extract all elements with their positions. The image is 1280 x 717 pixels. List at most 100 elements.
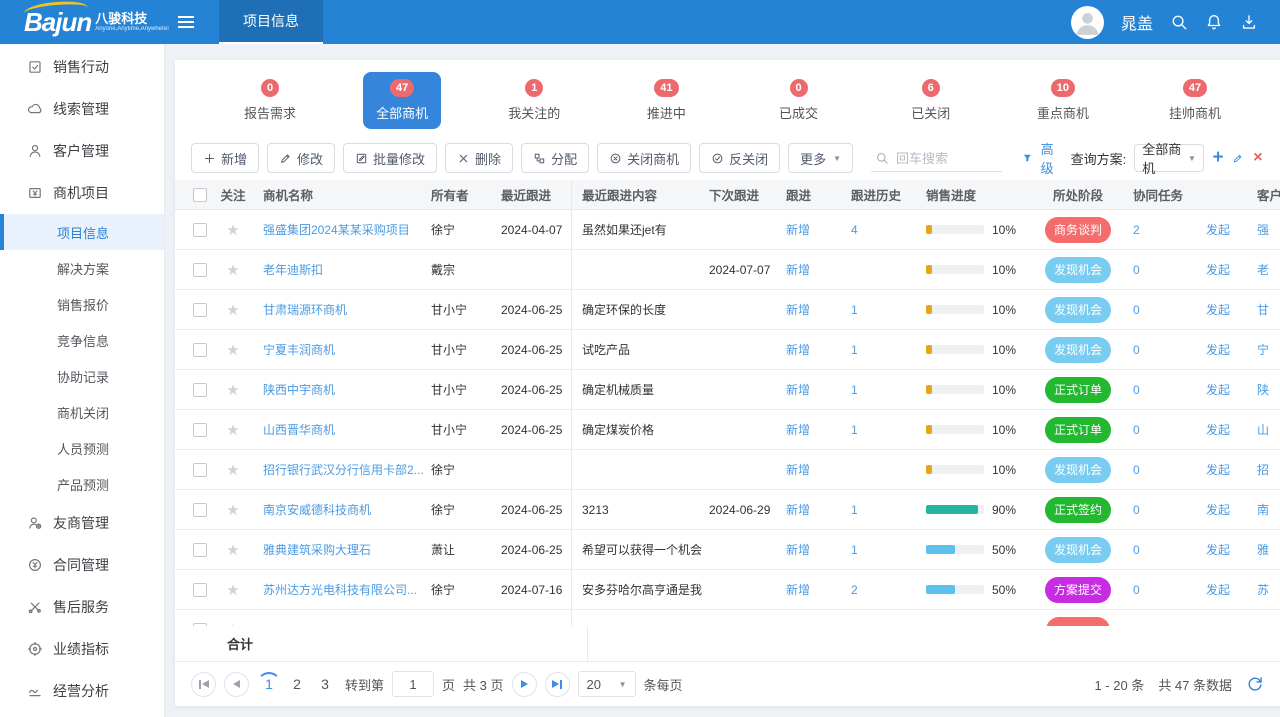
row-checkbox[interactable] [193, 343, 207, 357]
task-create-link[interactable]: 发起 [1206, 461, 1230, 478]
sidebar-item[interactable]: 线索管理 [0, 88, 164, 130]
follow-add-link[interactable]: 新增 [786, 581, 810, 598]
opportunity-name-link[interactable]: 老年迪斯扣 [263, 261, 323, 278]
sidebar-item[interactable]: 经营分析 [0, 670, 164, 712]
toolbar-button[interactable]: 分配 [521, 143, 589, 173]
follow-history-link[interactable]: 1 [851, 383, 858, 397]
sidebar-item[interactable]: 商机项目 [0, 172, 164, 214]
task-count-link[interactable]: 0 [1133, 543, 1140, 557]
status-tab[interactable]: 1 我关注的 [495, 72, 573, 129]
row-checkbox[interactable] [193, 383, 207, 397]
task-create-link[interactable]: 发起 [1206, 381, 1230, 398]
follow-history-link[interactable]: 1 [851, 343, 858, 357]
sidebar-item[interactable]: 协助记录 [0, 358, 164, 394]
task-create-link[interactable]: 发起 [1206, 541, 1230, 558]
toolbar-button[interactable]: 反关闭 [699, 143, 780, 173]
favorite-star-icon[interactable]: ★ [226, 261, 239, 279]
sidebar-item[interactable]: 人员预测 [0, 430, 164, 466]
task-count-link[interactable]: 0 [1133, 583, 1140, 597]
bell-icon[interactable] [1205, 13, 1223, 31]
favorite-star-icon[interactable]: ★ [226, 581, 239, 599]
row-checkbox[interactable] [193, 423, 207, 437]
delete-scheme-icon[interactable]: × [1252, 149, 1264, 167]
opportunity-name-link[interactable]: 陕西中宇商机 [263, 381, 335, 398]
row-checkbox[interactable] [193, 223, 207, 237]
follow-add-link[interactable]: 新增 [786, 421, 810, 438]
page-number[interactable]: 2 [285, 672, 309, 696]
toolbar-button[interactable]: 删除 [445, 143, 513, 173]
edit-scheme-icon[interactable] [1232, 151, 1244, 166]
status-tab[interactable]: 10 重点商机 [1024, 72, 1102, 129]
opportunity-name-link[interactable]: 甘肃瑞源环商机 [263, 301, 347, 318]
first-page-button[interactable] [191, 672, 216, 697]
task-create-link[interactable]: 发起 [1206, 301, 1230, 318]
favorite-star-icon[interactable]: ★ [226, 421, 239, 439]
task-create-link[interactable]: 发起 [1206, 341, 1230, 358]
status-tab[interactable]: 47 挂帅商机 [1156, 72, 1234, 129]
task-create-link[interactable]: 发起 [1206, 261, 1230, 278]
toolbar-button[interactable]: 批量修改 [343, 143, 437, 173]
follow-add-link[interactable]: 新增 [786, 501, 810, 518]
search-icon[interactable] [1170, 13, 1188, 31]
task-create-link[interactable]: 发起 [1206, 501, 1230, 518]
task-count-link[interactable]: 0 [1133, 423, 1140, 437]
favorite-star-icon[interactable]: ★ [226, 221, 239, 239]
sidebar-item[interactable]: 合同管理 [0, 544, 164, 586]
follow-add-link[interactable]: 新增 [786, 301, 810, 318]
opportunity-name-link[interactable]: 苏州达方光电科技有限公司... [263, 581, 417, 598]
download-icon[interactable] [1240, 13, 1258, 31]
sidebar-item[interactable]: 友商管理 [0, 502, 164, 544]
task-count-link[interactable]: 2 [1133, 223, 1140, 237]
last-page-button[interactable] [545, 672, 570, 697]
task-count-link[interactable]: 0 [1133, 383, 1140, 397]
follow-add-link[interactable]: 新增 [786, 221, 810, 238]
status-tab[interactable]: 0 已成交 [760, 72, 838, 129]
sidebar-item[interactable]: 业绩指标 [0, 628, 164, 670]
opportunity-name-link[interactable]: 招行银行武汉分行信用卡部2... [263, 461, 423, 478]
status-tab[interactable]: 0 报告需求 [231, 72, 309, 129]
follow-add-link[interactable]: 新增 [786, 341, 810, 358]
next-page-button[interactable] [512, 672, 537, 697]
sidebar-item[interactable]: 竞争信息 [0, 322, 164, 358]
sidebar-item[interactable]: 客户管理 [0, 130, 164, 172]
sidebar-item[interactable]: 售后服务 [0, 586, 164, 628]
favorite-star-icon[interactable]: ★ [226, 461, 239, 479]
row-checkbox[interactable] [193, 463, 207, 477]
more-button[interactable]: 更多 ▼ [788, 143, 853, 173]
advanced-search-link[interactable]: 高级 [1041, 139, 1061, 177]
toolbar-button[interactable]: 关闭商机 [597, 143, 691, 173]
opportunity-name-link[interactable]: 南京安威德科技商机 [263, 501, 371, 518]
follow-history-link[interactable]: 2 [851, 583, 858, 597]
opportunity-name-link[interactable]: 雅典建筑采购大理石 [263, 541, 371, 558]
sidebar-item[interactable]: 销售行动 [0, 46, 164, 88]
tab-project-info[interactable]: 项目信息 [219, 0, 323, 44]
sidebar-item[interactable]: 商机关闭 [0, 394, 164, 430]
row-checkbox[interactable] [193, 263, 207, 277]
opportunity-name-link[interactable]: 宁夏丰润商机 [263, 341, 335, 358]
sidebar-item[interactable]: 产品预测 [0, 466, 164, 502]
favorite-star-icon[interactable]: ★ [226, 541, 239, 559]
sidebar-item[interactable]: 解决方案 [0, 250, 164, 286]
toolbar-button[interactable]: 新增 [191, 143, 259, 173]
avatar[interactable] [1071, 6, 1104, 39]
task-create-link[interactable]: 发起 [1206, 221, 1230, 238]
follow-add-link[interactable]: 新增 [786, 261, 810, 278]
status-tab[interactable]: 6 已关闭 [892, 72, 970, 129]
toolbar-button[interactable]: 修改 [267, 143, 335, 173]
select-all-checkbox[interactable] [193, 188, 207, 202]
follow-add-link[interactable]: 新增 [786, 461, 810, 478]
filter-icon[interactable] [1022, 151, 1033, 165]
row-checkbox[interactable] [193, 303, 207, 317]
task-count-link[interactable]: 0 [1133, 463, 1140, 477]
favorite-star-icon[interactable]: ★ [226, 381, 239, 399]
page-size-select[interactable]: 20 ▼ [578, 671, 636, 697]
task-count-link[interactable]: 0 [1133, 303, 1140, 317]
follow-add-link[interactable]: 新增 [786, 541, 810, 558]
page-number[interactable]: 1 [257, 672, 281, 696]
status-tab[interactable]: 41 推进中 [627, 72, 705, 129]
task-count-link[interactable]: 0 [1133, 263, 1140, 277]
refresh-icon[interactable] [1246, 675, 1264, 693]
task-create-link[interactable]: 发起 [1206, 421, 1230, 438]
row-checkbox[interactable] [193, 503, 207, 517]
row-checkbox[interactable] [193, 583, 207, 597]
